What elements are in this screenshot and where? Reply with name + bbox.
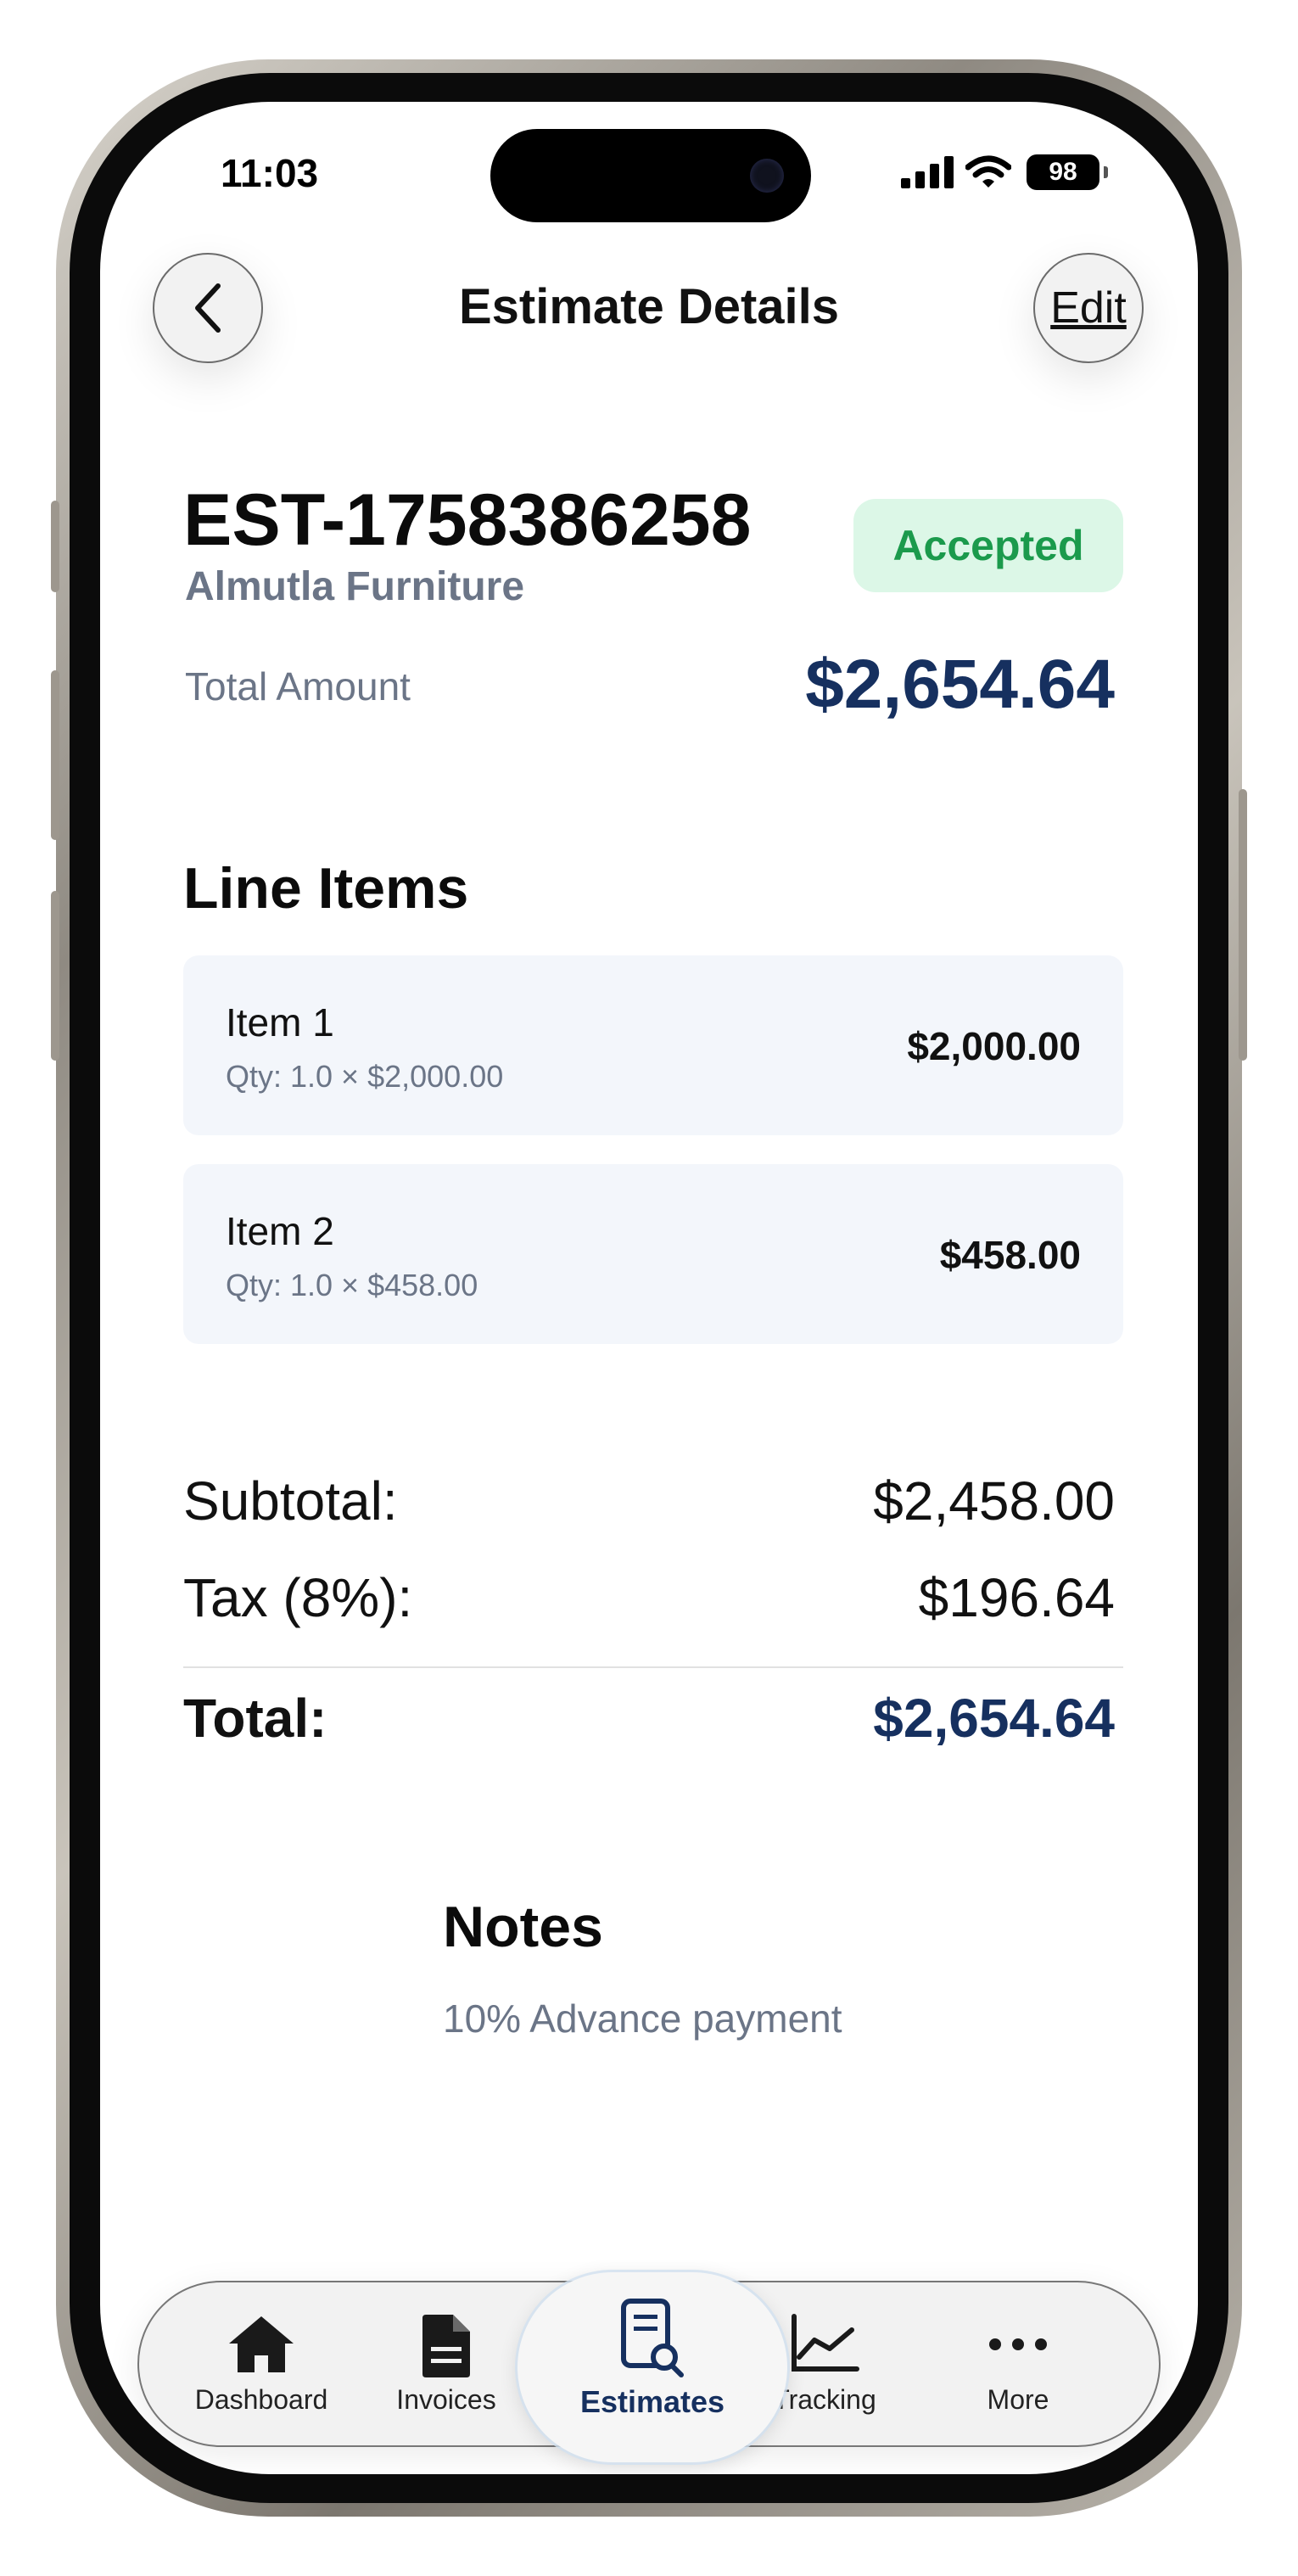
- tab-label: More: [987, 2384, 1049, 2415]
- total-amount-label: Total Amount: [185, 664, 411, 708]
- tab-estimates[interactable]: Estimates: [518, 2272, 787, 2462]
- battery-indicator: 98: [1027, 154, 1108, 190]
- status-icons: 98: [901, 154, 1108, 190]
- dynamic-island: [490, 129, 811, 222]
- document-icon: [422, 2315, 470, 2377]
- line-item-name: Item 2: [226, 1209, 334, 1253]
- line-item-qty: Qty: 1.0 × $2,000.00: [226, 1059, 504, 1094]
- ellipsis-icon: [989, 2338, 1047, 2350]
- line-item-name: Item 1: [226, 1000, 334, 1044]
- tax-value: $196.64: [918, 1567, 1115, 1628]
- client-name: Almutla Furniture: [185, 564, 525, 609]
- camera-icon: [750, 159, 784, 193]
- line-item-amount: $2,000.00: [907, 1024, 1081, 1068]
- tab-dashboard[interactable]: Dashboard: [185, 2282, 338, 2449]
- edit-button[interactable]: Edit: [1033, 253, 1144, 363]
- signal-icon: [901, 156, 954, 188]
- edit-label: Edit: [1050, 283, 1127, 333]
- wifi-icon: [965, 155, 1011, 188]
- summary-divider: [183, 1666, 1123, 1668]
- house-icon: [229, 2316, 294, 2372]
- battery-level: 98: [1049, 158, 1077, 186]
- status-time: 11:03: [221, 151, 319, 195]
- tab-label: Invoices: [396, 2384, 496, 2415]
- line-item-card: Item 2 Qty: 1.0 × $458.00 $458.00: [183, 1164, 1123, 1344]
- tab-label: Dashboard: [194, 2384, 328, 2415]
- line-item-card: Item 1 Qty: 1.0 × $2,000.00 $2,000.00: [183, 955, 1123, 1135]
- grand-total-value: $2,654.64: [873, 1688, 1115, 1749]
- line-chart-icon: [792, 2314, 859, 2372]
- line-item-amount: $458.00: [939, 1233, 1081, 1277]
- line-item-qty: Qty: 1.0 × $458.00: [226, 1268, 478, 1302]
- notes-text: 10% Advance payment: [443, 1996, 842, 2041]
- total-amount-value: $2,654.64: [805, 646, 1115, 723]
- action-button: [51, 501, 59, 592]
- app-screen: 11:03 98 Estimate Details Edit EST-17583…: [100, 102, 1198, 2474]
- grand-total-label: Total:: [183, 1688, 327, 1749]
- notes-title: Notes: [443, 1895, 603, 1959]
- estimate-search-icon: [621, 2299, 684, 2377]
- status-badge: Accepted: [853, 499, 1123, 592]
- volume-down-button: [51, 891, 59, 1061]
- volume-up-button: [51, 670, 59, 840]
- tab-more[interactable]: More: [942, 2282, 1094, 2449]
- tax-label: Tax (8%):: [183, 1567, 413, 1628]
- tab-invoices[interactable]: Invoices: [370, 2282, 523, 2449]
- estimate-number: EST-1758386258: [183, 479, 752, 561]
- line-items-title: Line Items: [183, 856, 469, 921]
- power-button: [1239, 789, 1247, 1061]
- tab-label: Estimates: [579, 2384, 725, 2419]
- subtotal-value: $2,458.00: [873, 1470, 1115, 1532]
- subtotal-label: Subtotal:: [183, 1470, 398, 1532]
